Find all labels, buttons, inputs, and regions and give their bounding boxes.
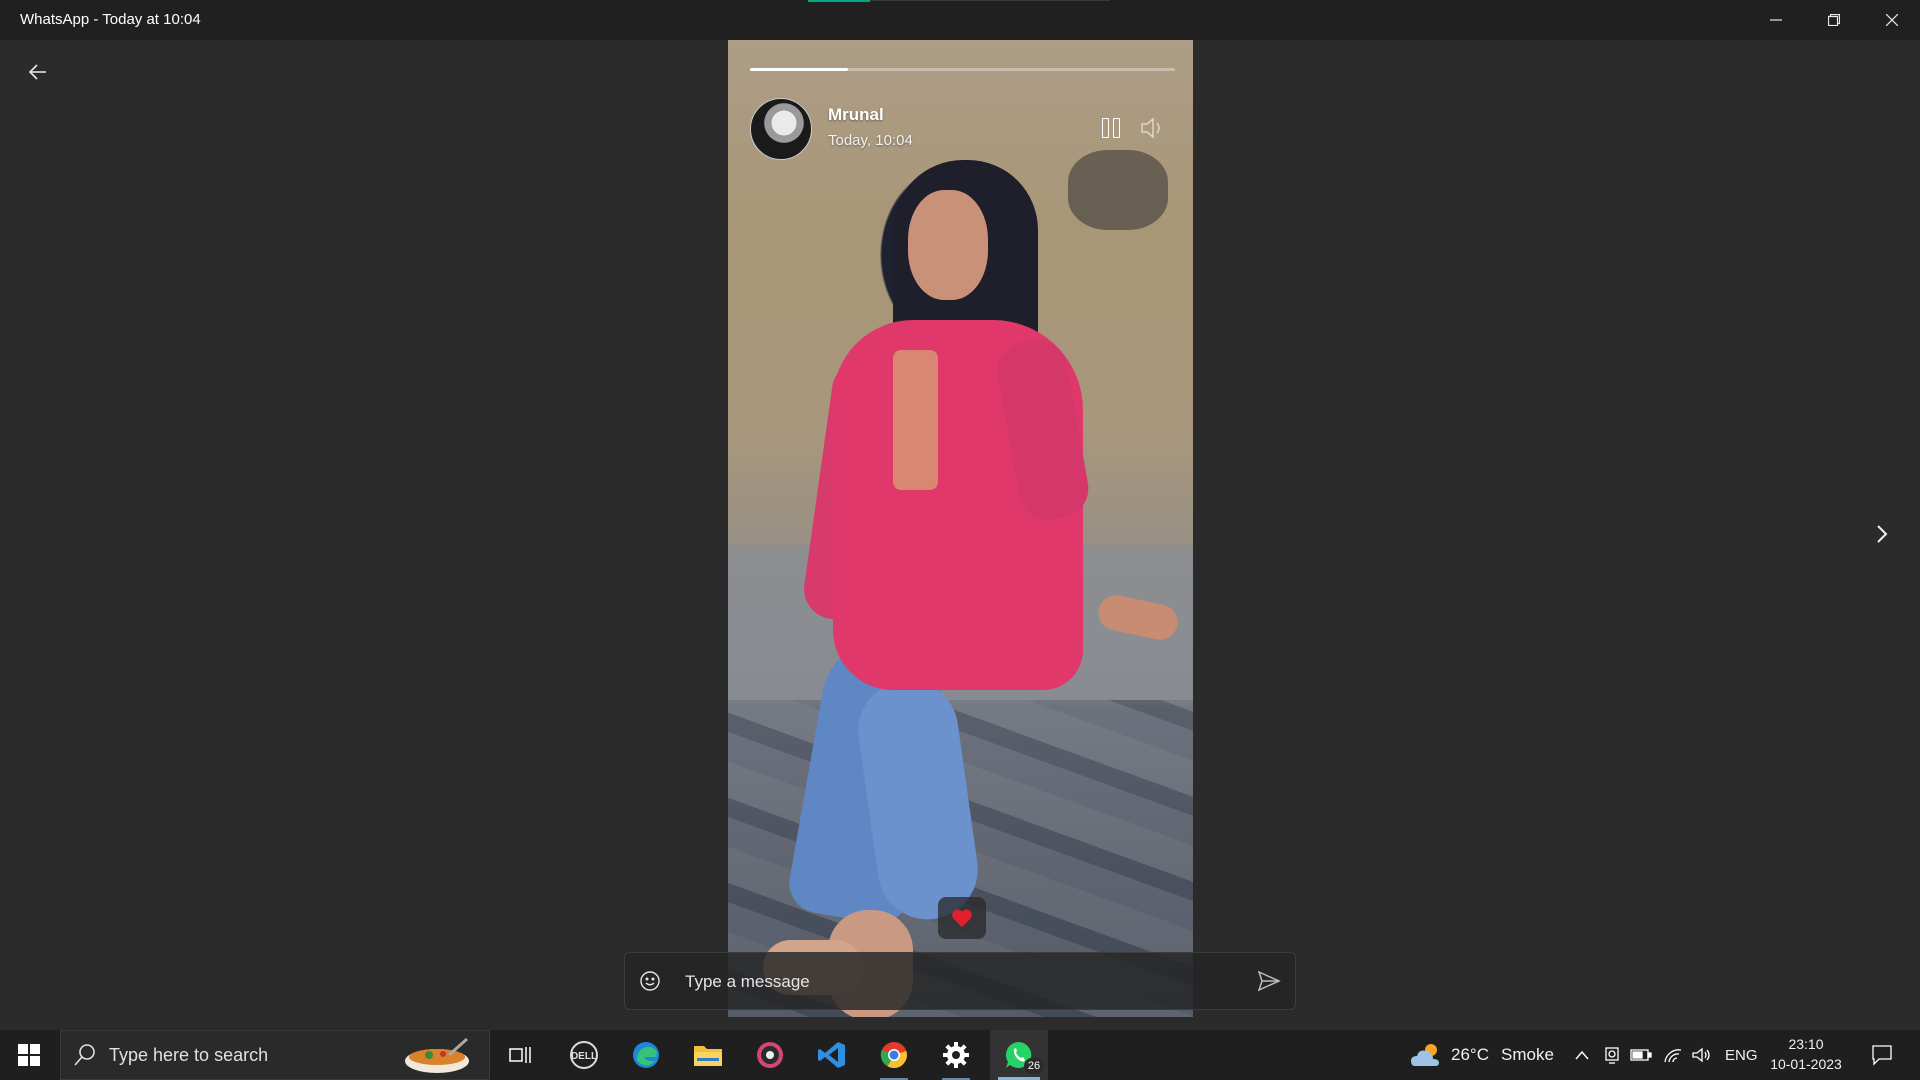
vs-code-app[interactable] <box>810 1030 854 1080</box>
back-button[interactable] <box>22 56 54 88</box>
minimize-icon <box>1770 19 1782 21</box>
show-hidden-icons-button[interactable] <box>1570 1030 1594 1080</box>
folder-icon <box>694 1046 722 1066</box>
emoji-button[interactable] <box>637 968 663 994</box>
task-view-button[interactable] <box>500 1030 540 1080</box>
next-story-button[interactable] <box>1866 518 1898 550</box>
minimize-button[interactable] <box>1748 0 1804 40</box>
system-clock[interactable]: 23:10 10-01-2023 <box>1762 1034 1850 1074</box>
send-icon <box>1257 970 1281 992</box>
story-header: Mrunal Today, 10:04 <box>750 98 1175 160</box>
taskbar: Type here to search DELL 26 26°C Smoke E… <box>0 1030 1920 1080</box>
close-icon <box>1886 14 1898 26</box>
edge-icon <box>633 1042 659 1068</box>
chevron-up-icon <box>1575 1050 1589 1060</box>
meet-now-button[interactable] <box>1600 1030 1624 1080</box>
battery-icon <box>1630 1049 1652 1061</box>
start-button[interactable] <box>0 1030 58 1080</box>
story-image[interactable]: Mrunal Today, 10:04 <box>728 40 1193 1017</box>
weather-temp[interactable]: 26°C <box>1451 1030 1489 1080</box>
volume-indicator[interactable] <box>1688 1030 1714 1080</box>
media-player-icon <box>757 1042 783 1068</box>
notification-icon <box>1872 1045 1892 1066</box>
send-button[interactable] <box>1255 967 1283 995</box>
vs-code-icon <box>818 1042 845 1068</box>
restore-icon <box>1828 14 1840 26</box>
reply-bar <box>624 952 1296 1010</box>
chrome-icon <box>880 1042 907 1069</box>
svg-text:DELL: DELL <box>571 1051 597 1062</box>
story-timestamp: Today, 10:04 <box>828 132 913 149</box>
gear-icon <box>943 1042 969 1068</box>
search-icon <box>74 1044 95 1066</box>
network-indicator[interactable] <box>1660 1030 1686 1080</box>
window-title: WhatsApp - Today at 10:04 <box>20 11 201 28</box>
arrow-left-icon <box>29 64 46 80</box>
edge-app[interactable] <box>624 1030 668 1080</box>
status-viewer: Mrunal Today, 10:04 <box>0 40 1920 1030</box>
clock-date: 10-01-2023 <box>1770 1056 1842 1072</box>
weather-widget[interactable] <box>1408 1030 1444 1080</box>
reply-input[interactable] <box>683 966 1227 998</box>
language-indicator[interactable]: ENG <box>1725 1030 1758 1080</box>
volume-icon <box>1141 117 1160 139</box>
speaker-icon <box>1692 1047 1710 1063</box>
pause-icon <box>1102 118 1109 138</box>
emoji-icon <box>640 971 660 991</box>
task-view-icon <box>509 1047 531 1063</box>
camera-icon <box>1605 1047 1619 1064</box>
story-progress-fill <box>750 68 848 71</box>
avatar[interactable] <box>750 98 812 160</box>
search-placeholder: Type here to search <box>109 1045 269 1065</box>
dell-app[interactable]: DELL <box>562 1030 606 1080</box>
chevron-right-icon <box>1877 525 1888 543</box>
notifications-button[interactable] <box>1862 1030 1902 1080</box>
cloud-icon <box>1411 1044 1439 1066</box>
story-progress-bar <box>750 68 1175 71</box>
search-highlight-image <box>405 1037 469 1073</box>
weather-condition[interactable]: Smoke <box>1501 1030 1554 1080</box>
restore-button[interactable] <box>1806 0 1862 40</box>
chrome-app[interactable] <box>872 1030 916 1080</box>
clock-time: 23:10 <box>1788 1036 1824 1052</box>
file-explorer-app[interactable] <box>686 1030 730 1080</box>
close-button[interactable] <box>1864 0 1920 40</box>
heart-reaction-button[interactable] <box>938 897 986 939</box>
windows-icon <box>18 1044 40 1066</box>
dell-icon: DELL <box>570 1041 598 1069</box>
pause-button[interactable] <box>1100 116 1124 140</box>
title-bar: WhatsApp - Today at 10:04 <box>0 0 1920 40</box>
heart-icon <box>952 909 972 928</box>
sender-name: Mrunal <box>828 105 884 124</box>
settings-app[interactable] <box>934 1030 978 1080</box>
whatsapp-app[interactable]: 26 <box>990 1030 1048 1080</box>
title-bar-divider <box>870 0 1110 1</box>
battery-indicator[interactable] <box>1628 1030 1654 1080</box>
volume-button[interactable] <box>1138 114 1166 142</box>
unread-badge: 26 <box>1024 1058 1044 1074</box>
taskbar-search[interactable]: Type here to search <box>60 1030 490 1080</box>
story-tab-indicator <box>808 0 870 2</box>
media-app[interactable] <box>748 1030 792 1080</box>
wifi-icon <box>1664 1049 1682 1063</box>
